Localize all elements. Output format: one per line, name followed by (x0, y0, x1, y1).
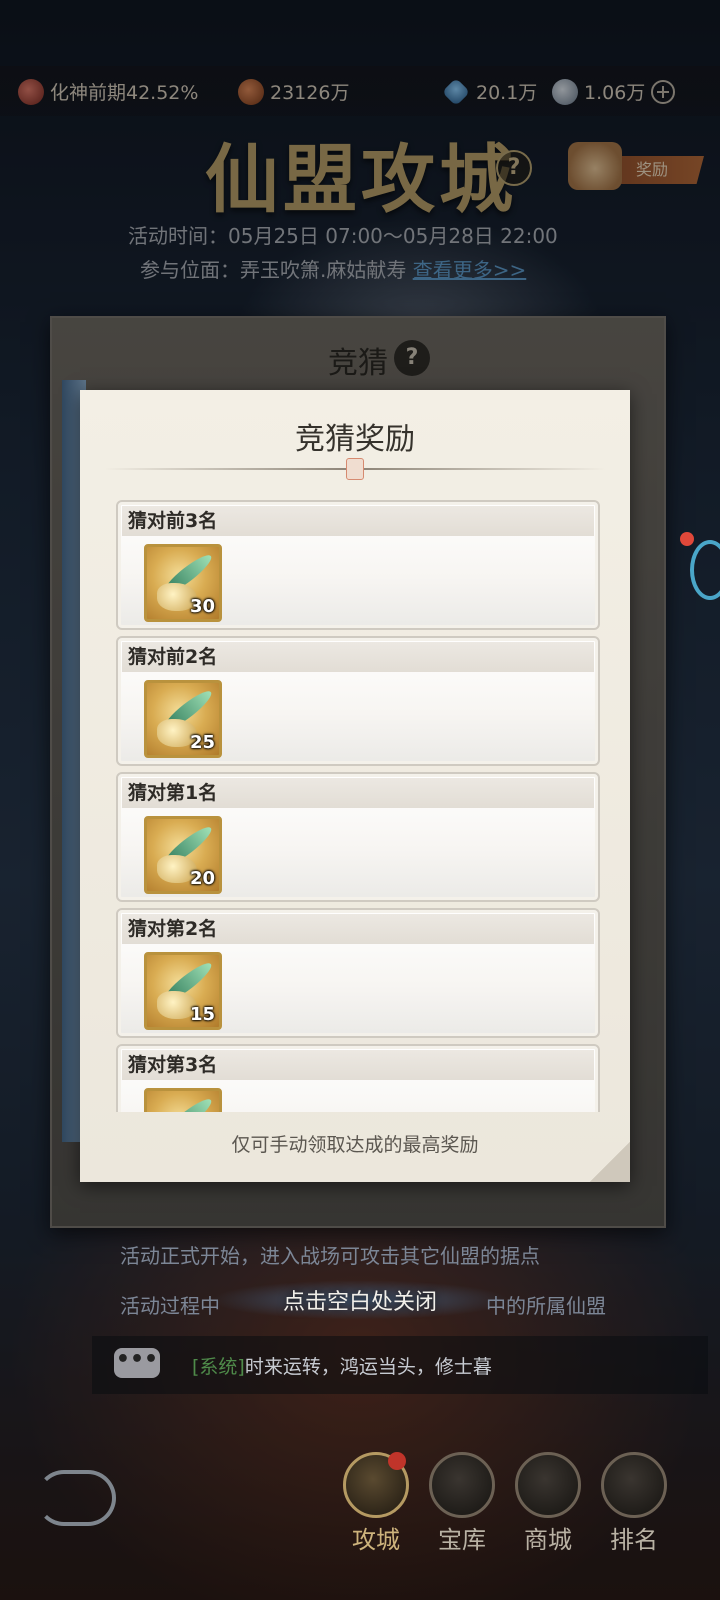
cloud-menu-icon[interactable] (36, 1470, 116, 1526)
reward-condition: 猜对前2名 (122, 642, 594, 672)
chat-text: 时来运转，鸿运当头，修士暮 (244, 1356, 492, 1378)
shop-icon (515, 1452, 581, 1518)
reward-card: 猜对前2名 25 (116, 636, 600, 766)
reward-count: 30 (189, 596, 215, 617)
reward-count: 15 (189, 1004, 215, 1025)
reward-count: 25 (189, 732, 215, 753)
nav-treasury[interactable]: 宝库 (424, 1452, 500, 1572)
nav-label: 排名 (610, 1526, 658, 1554)
nav-label: 商城 (524, 1526, 572, 1554)
reward-count: 20 (189, 868, 215, 889)
herb-gold-icon[interactable]: 25 (144, 680, 222, 758)
chat-message: [系统]时来运转，鸿运当头，修士暮 (192, 1352, 492, 1379)
nav-siege[interactable]: 攻城 (338, 1452, 414, 1572)
chat-bubble-icon[interactable]: ••• (114, 1348, 160, 1378)
herb-gold-icon[interactable]: 15 (144, 952, 222, 1030)
ranking-icon (601, 1452, 667, 1518)
reward-condition: 猜对前3名 (122, 506, 594, 536)
modal-title: 竞猜奖励 (295, 422, 415, 457)
reward-card: 猜对前3名 30 (116, 500, 600, 630)
reward-card: 猜对第1名 20 (116, 772, 600, 902)
nav-label: 攻城 (352, 1526, 400, 1554)
modal-footer-note: 仅可手动领取达成的最高奖励 (231, 1134, 479, 1156)
quiz-reward-modal: 竞猜奖励 猜对前3名 30 猜对前2名 25 猜对第1名 20 猜对第2名 15… (80, 390, 630, 1182)
herb-gold-icon[interactable]: 20 (144, 816, 222, 894)
herb-gold-icon[interactable] (144, 1088, 222, 1112)
system-tag: [系统] (192, 1356, 245, 1378)
nav-label: 宝库 (438, 1526, 486, 1554)
close-hint[interactable]: 点击空白处关闭 (0, 1284, 720, 1316)
reward-list[interactable]: 猜对前3名 30 猜对前2名 25 猜对第1名 20 猜对第2名 15 猜对第3… (116, 500, 600, 1112)
nav-shop[interactable]: 商城 (510, 1452, 586, 1572)
herb-gold-icon[interactable]: 30 (144, 544, 222, 622)
reward-condition: 猜对第3名 (122, 1050, 594, 1080)
reward-condition: 猜对第2名 (122, 914, 594, 944)
reward-card: 猜对第3名 (116, 1044, 600, 1112)
treasury-icon (429, 1452, 495, 1518)
info-line-1: 活动正式开始，进入战场可攻击其它仙盟的据点 (120, 1244, 540, 1268)
notification-dot (680, 532, 694, 546)
reward-condition: 猜对第1名 (122, 778, 594, 808)
seal-icon (346, 458, 364, 480)
reward-card: 猜对第2名 15 (116, 908, 600, 1038)
page-curl-decoration (590, 1142, 630, 1182)
nav-ranking[interactable]: 排名 (596, 1452, 672, 1572)
notification-dot (388, 1452, 406, 1470)
